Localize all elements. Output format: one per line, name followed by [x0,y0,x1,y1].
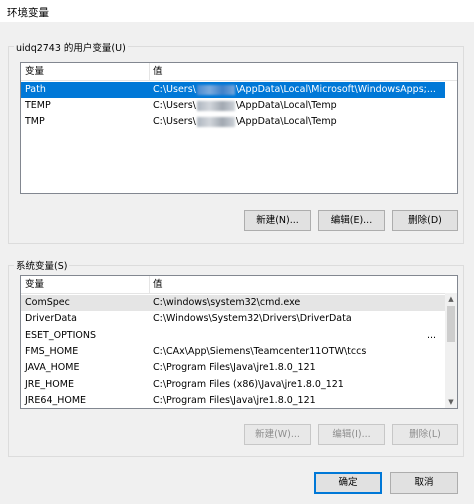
redacted-username [196,116,235,127]
redacted-username [196,84,235,95]
system-var-row[interactable]: FMS_HOME C:\CAx\App\Siemens\Teamcenter11O… [21,344,445,360]
title-bar: 环境变量 [0,0,474,22]
value-prefix: C:\Users\ [153,84,196,95]
column-header-value[interactable]: 值 [149,63,449,80]
user-delete-button[interactable]: 删除(D) [392,210,458,231]
variable-name: ComSpec [25,297,70,308]
system-vars-scrollbar[interactable]: ▲ ▼ [445,293,457,408]
column-header-value[interactable]: 值 [149,276,449,293]
variable-name: TEMP [25,100,51,111]
variable-name: FMS_HOME [25,345,79,357]
variable-value: C:\Users\ \AppData\Local\Temp [153,98,337,114]
variable-name: JRE_HOME [25,378,74,390]
value-prefix: C:\Users\ [153,116,196,127]
cancel-button[interactable]: 取消 [390,472,458,494]
system-var-row[interactable]: ComSpec C:\windows\system32\cmd.exe [21,295,445,311]
user-var-row[interactable]: TEMP C:\Users\ \AppData\Local\Temp [21,98,445,114]
user-vars-list[interactable]: 变量 值 Path C:\Users\ \AppData\Local\Microso… [20,62,458,194]
system-var-row[interactable]: JAVA_HOME C:\Program Files\Java\jre1.8.0_… [21,360,445,376]
value-suffix: \AppData\Local\Temp [235,116,337,127]
scroll-down-icon[interactable]: ▼ [445,396,457,408]
variable-value: C:\Program Files\Java\jre1.8.0_121 [153,362,316,374]
value-suffix: \AppData\Local\Microsoft\WindowsApps;... [235,84,436,95]
user-var-row[interactable]: TMP C:\Users\ \AppData\Local\Temp [21,114,445,130]
scroll-up-icon[interactable]: ▲ [445,293,457,305]
system-var-row[interactable]: ESET_OPTIONS... [21,328,445,344]
variable-name: TMP [25,116,45,127]
variable-name: Path [25,84,46,95]
variable-value: C:\Users\ \AppData\Local\Microsoft\Window… [153,82,436,98]
scroll-thumb[interactable] [447,306,455,342]
variable-value: C:\windows\system32\cmd.exe [153,297,301,308]
column-header-variable[interactable]: 变量 [21,63,149,80]
variable-value: C:\Users\ \AppData\Local\Temp [153,114,337,130]
variable-name: JRE64_HOME [25,394,87,406]
system-vars-header: 变量 值 [21,276,457,294]
variable-name: ESET_OPTIONS [25,329,97,341]
value-suffix: \AppData\Local\Temp [235,100,337,111]
system-new-button[interactable]: 新建(W)... [244,424,311,445]
system-vars-list[interactable]: 变量 值 ComSpec C:\windows\system32\cmd.exe D… [20,275,458,409]
redacted-username [196,100,235,111]
user-new-button[interactable]: 新建(N)... [244,210,311,231]
variable-value: C:\Windows\System32\Drivers\DriverData [153,313,352,325]
system-var-row[interactable]: JRE_HOME C:\Program Files (x86)\Java\jre1… [21,377,445,393]
value-prefix: C:\Users\ [153,100,196,111]
system-var-row[interactable]: DriverData C:\Windows\System32\Drivers\Dr… [21,311,445,327]
system-delete-button[interactable]: 删除(L) [392,424,458,445]
overflow-marker: ... [427,329,437,341]
window-title: 环境变量 [7,7,49,19]
system-vars-group-label: 系统变量(S) [14,258,70,272]
system-var-row[interactable]: JRE64_HOME C:\Program Files\Java\jre1.8.0… [21,393,445,408]
variable-name: JAVA_HOME [25,362,80,374]
column-header-variable[interactable]: 变量 [21,276,149,293]
user-var-row[interactable]: Path C:\Users\ \AppData\Local\Microsoft\Wi… [21,82,445,98]
variable-name: DriverData [25,313,77,325]
system-edit-button[interactable]: 编辑(I)... [318,424,385,445]
ok-button[interactable]: 确定 [314,472,382,494]
variable-value: C:\CAx\App\Siemens\Teamcenter11OTW\tccs [153,345,367,357]
user-vars-header: 变量 值 [21,63,457,81]
user-edit-button[interactable]: 编辑(E)... [318,210,385,231]
variable-value: C:\Program Files\Java\jre1.8.0_121 [153,394,316,406]
variable-value: C:\Program Files (x86)\Java\jre1.8.0_121 [153,378,344,390]
user-vars-group-label: uidq2743 的用户变量(U) [14,40,128,54]
